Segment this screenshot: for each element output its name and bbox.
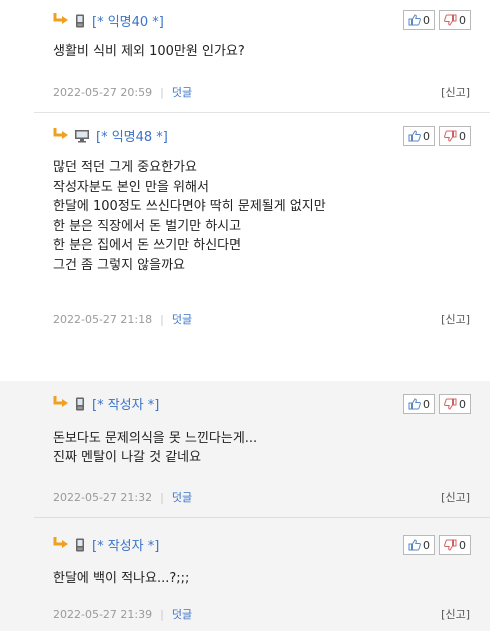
downvote-button[interactable]: 0 xyxy=(439,10,471,30)
comment-meta: 2022-05-27 21:39 | 덧글 xyxy=(53,606,192,622)
comment-item: [* 작성자 *] 0 0 돈보다도 문제의식을 못 느낀다는게... 진짜 멘… xyxy=(0,381,490,518)
downvote-count: 0 xyxy=(459,397,466,411)
comment-body: 생활비 식비 제외 100만원 인가요? xyxy=(53,42,245,61)
comment-meta: 2022-05-27 21:32 | 덧글 xyxy=(53,489,192,505)
reply-link[interactable]: 덧글 xyxy=(172,84,192,100)
comment-line: 한 분은 직장에서 돈 벌기만 하시고 xyxy=(53,218,242,234)
comment-date: 2022-05-27 21:32 xyxy=(53,490,153,504)
report-link[interactable]: [신고] xyxy=(441,311,470,327)
vote-group: 0 0 xyxy=(403,10,471,30)
comment-body: 돈보다도 문제의식을 못 느낀다는게... 진짜 멘탈이 나갈 것 같네요 xyxy=(53,429,257,467)
report-link[interactable]: [신고] xyxy=(441,489,470,505)
reply-arrow-icon xyxy=(53,394,69,413)
comment-date: 2022-05-27 21:18 xyxy=(53,312,153,326)
reply-link[interactable]: 덧글 xyxy=(172,489,192,505)
comment-line: 진짜 멘탈이 나갈 것 같네요 xyxy=(53,450,202,465)
upvote-count: 0 xyxy=(423,538,430,552)
vote-group: 0 0 xyxy=(403,126,471,146)
mobile-phone-icon xyxy=(74,13,86,28)
upvote-button[interactable]: 0 xyxy=(403,535,435,555)
reply-link[interactable]: 덧글 xyxy=(172,606,192,622)
comment-body: 많던 적던 그게 중요한가요 작성자분도 본인 만을 위해서 한달에 100정도… xyxy=(53,158,326,275)
reply-arrow-icon xyxy=(53,11,69,30)
downvote-count: 0 xyxy=(459,538,466,552)
desktop-monitor-icon xyxy=(74,128,90,143)
comment-item: [* 작성자 *] 0 0 한달에 백이 적나요...?;;; 2022-05-… xyxy=(0,518,490,631)
comment-meta: 2022-05-27 20:59 | 덧글 xyxy=(53,84,192,100)
meta-divider: | xyxy=(160,490,164,504)
upvote-count: 0 xyxy=(423,129,430,143)
report-link[interactable]: [신고] xyxy=(441,606,470,622)
mobile-phone-icon xyxy=(74,537,86,552)
thumbs-down-icon xyxy=(444,539,457,551)
thumbs-up-icon xyxy=(408,14,421,26)
comment-date: 2022-05-27 20:59 xyxy=(53,85,153,99)
downvote-count: 0 xyxy=(459,13,466,27)
upvote-button[interactable]: 0 xyxy=(403,126,435,146)
comment-author[interactable]: [* 익명40 *] xyxy=(92,11,164,30)
comment-header: [* 익명40 *] xyxy=(53,11,164,30)
comment-item: [* 익명40 *] 0 0 생활비 식비 제외 100만원 인가요? 2022… xyxy=(0,0,490,113)
upvote-button[interactable]: 0 xyxy=(403,10,435,30)
downvote-button[interactable]: 0 xyxy=(439,126,471,146)
comment-line: 한 분은 집에서 돈 쓰기만 하신다면 xyxy=(53,238,242,253)
thumbs-up-icon xyxy=(408,539,421,551)
mobile-phone-icon xyxy=(74,396,86,411)
comment-body: 한달에 백이 적나요...?;;; xyxy=(53,569,189,588)
comment-header: [* 익명48 *] xyxy=(53,126,168,145)
comment-line: 생활비 식비 제외 100만원 인가요? xyxy=(53,44,245,59)
reply-arrow-icon xyxy=(53,126,69,145)
comment-author[interactable]: [* 작성자 *] xyxy=(92,394,159,413)
comment-line: 한달에 100정도 쓰신다면야 딱히 문제될게 없지만 xyxy=(53,199,326,214)
comment-line: 작성자분도 본인 만을 위해서 xyxy=(53,179,209,195)
thumbs-up-icon xyxy=(408,398,421,410)
comment-author[interactable]: [* 작성자 *] xyxy=(92,535,159,554)
thumbs-down-icon xyxy=(444,130,457,142)
upvote-count: 0 xyxy=(423,13,430,27)
thumbs-up-icon xyxy=(408,130,421,142)
comment-meta: 2022-05-27 21:18 | 덧글 xyxy=(53,311,192,327)
report-link[interactable]: [신고] xyxy=(441,84,470,100)
upvote-button[interactable]: 0 xyxy=(403,394,435,414)
thumbs-down-icon xyxy=(444,14,457,26)
downvote-button[interactable]: 0 xyxy=(439,535,471,555)
meta-divider: | xyxy=(160,312,164,326)
vote-group: 0 0 xyxy=(403,535,471,555)
comment-author[interactable]: [* 익명48 *] xyxy=(96,126,168,145)
downvote-button[interactable]: 0 xyxy=(439,394,471,414)
comment-item: [* 익명48 *] 0 0 많던 적던 그게 중요한가요 작성자분도 본인 만… xyxy=(0,113,490,343)
meta-divider: | xyxy=(160,85,164,99)
reply-link[interactable]: 덧글 xyxy=(172,311,192,327)
reply-arrow-icon xyxy=(53,535,69,554)
comment-line: 돈보다도 문제의식을 못 느낀다는게... xyxy=(53,431,258,446)
upvote-count: 0 xyxy=(423,397,430,411)
comment-date: 2022-05-27 21:39 xyxy=(53,607,153,621)
downvote-count: 0 xyxy=(459,129,466,143)
comment-header: [* 작성자 *] xyxy=(53,394,159,413)
comment-line: 한달에 백이 적나요...?;;; xyxy=(53,571,190,586)
comment-line: 많던 적던 그게 중요한가요 xyxy=(53,160,197,175)
vote-group: 0 0 xyxy=(403,394,471,414)
comment-line: 그건 좀 그렇지 않을까요 xyxy=(53,257,185,273)
comment-header: [* 작성자 *] xyxy=(53,535,159,554)
thumbs-down-icon xyxy=(444,398,457,410)
meta-divider: | xyxy=(160,607,164,621)
